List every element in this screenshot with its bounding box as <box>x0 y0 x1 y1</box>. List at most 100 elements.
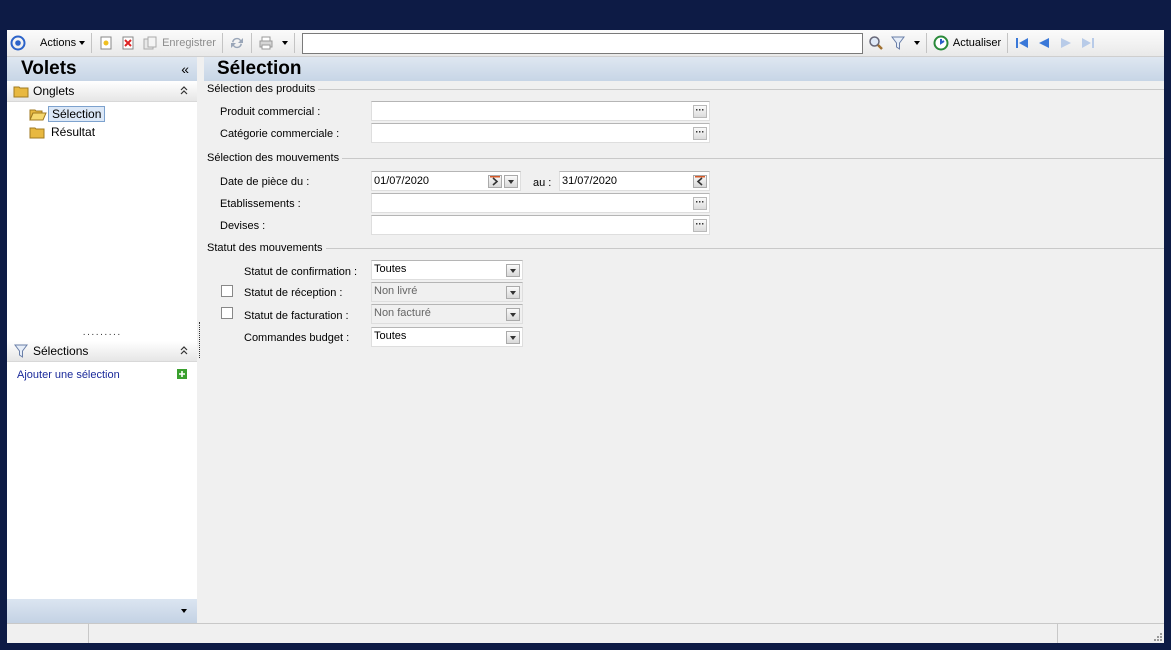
sync-icon <box>229 35 245 51</box>
add-selection-link[interactable]: Ajouter une sélection <box>17 369 120 382</box>
tree-item-selection[interactable]: Sélection <box>19 105 197 123</box>
open-folder-icon <box>29 108 47 121</box>
devises-label: Devises : <box>220 220 266 232</box>
group-status-title: Statut des mouvements <box>207 242 323 254</box>
selections-section-title: Sélections <box>33 344 89 358</box>
actions-menu[interactable]: Actions <box>7 32 88 54</box>
statut-facturation-checkbox[interactable] <box>221 307 233 319</box>
save-label: Enregistrer <box>162 37 216 49</box>
main-header: Sélection <box>204 57 1164 81</box>
status-cell <box>89 624 1058 643</box>
tabs-section-header[interactable]: Onglets <box>7 81 197 102</box>
collapse-pane-button[interactable]: « <box>181 61 189 77</box>
next-icon <box>1058 35 1074 51</box>
group-products: Sélection des produits <box>207 83 1164 95</box>
save-button[interactable]: Enregistrer <box>139 32 219 54</box>
actions-label: Actions <box>40 37 77 49</box>
first-record-button[interactable] <box>1011 32 1033 54</box>
folder-icon <box>13 83 29 99</box>
date-from-field[interactable]: 01/07/2020 <box>371 171 521 191</box>
etablissements-label: Etablissements : <box>220 198 301 210</box>
application-window: Actions Enregistrer Actualiser Volets « … <box>7 30 1164 643</box>
date-to-field[interactable]: 31/07/2020 <box>559 171 710 191</box>
etablissements-field[interactable]: ··· <box>371 193 710 213</box>
date-from-dropdown[interactable] <box>504 175 518 188</box>
devises-field[interactable]: ··· <box>371 215 710 235</box>
date-from-value: 01/07/2020 <box>374 175 430 187</box>
left-pane: Volets « Onglets Sélection Résultat ····… <box>7 57 197 623</box>
chevron-down-icon[interactable] <box>506 286 520 299</box>
search-button[interactable] <box>865 32 887 54</box>
date-piece-label: Date de pièce du : <box>220 176 310 188</box>
toolbar-separator <box>293 33 295 53</box>
statut-reception-select[interactable]: Non livré <box>371 282 523 302</box>
ellipsis-button[interactable]: ··· <box>693 127 707 140</box>
group-movements: Sélection des mouvements <box>207 152 1164 164</box>
tree-item-resultat[interactable]: Résultat <box>19 123 197 141</box>
last-record-button[interactable] <box>1077 32 1099 54</box>
save-icon <box>142 35 158 51</box>
toolbar-separator <box>91 33 93 53</box>
statut-facturation-label: Statut de facturation : <box>244 310 349 322</box>
toolbar-separator <box>925 33 927 53</box>
statut-confirmation-select[interactable]: Toutes <box>371 260 523 280</box>
date-to-calendar-button[interactable] <box>693 175 707 188</box>
statut-confirmation-label: Statut de confirmation : <box>244 266 358 278</box>
sync-button[interactable] <box>226 32 248 54</box>
status-bar <box>7 623 1164 643</box>
chevron-down-icon[interactable] <box>506 331 520 344</box>
toolbar-separator <box>250 33 252 53</box>
chevron-down-icon[interactable] <box>506 308 520 321</box>
commandes-budget-value: Toutes <box>374 330 407 342</box>
main-panel: Sélection Sélection des produits Produit… <box>204 57 1164 623</box>
refresh-icon <box>933 35 949 51</box>
tabs-section-title: Onglets <box>33 84 75 98</box>
statut-facturation-value: Non facturé <box>374 307 431 319</box>
left-pane-title: Volets <box>21 58 77 79</box>
statut-facturation-select[interactable]: Non facturé <box>371 304 523 324</box>
ellipsis-button[interactable]: ··· <box>693 219 707 232</box>
statut-reception-value: Non livré <box>374 285 418 297</box>
previous-record-button[interactable] <box>1033 32 1055 54</box>
resize-grip-icon[interactable] <box>1152 631 1162 641</box>
statut-reception-checkbox[interactable] <box>221 285 233 297</box>
tabs-tree: Sélection Résultat <box>7 102 197 333</box>
chevron-down-icon[interactable] <box>913 41 920 45</box>
add-icon[interactable] <box>177 369 187 382</box>
group-movements-title: Sélection des mouvements <box>207 152 340 164</box>
commandes-budget-select[interactable]: Toutes <box>371 327 523 347</box>
print-button[interactable] <box>255 32 291 54</box>
first-icon <box>1014 35 1030 51</box>
produit-commercial-field[interactable]: ··· <box>371 101 710 121</box>
statut-confirmation-value: Toutes <box>374 263 407 275</box>
app-menu-icon[interactable] <box>10 35 26 51</box>
refresh-button[interactable]: Actualiser <box>930 32 1004 54</box>
categorie-commerciale-field[interactable]: ··· <box>371 123 710 143</box>
ellipsis-button[interactable]: ··· <box>693 197 707 210</box>
toolbar-separator <box>1007 33 1009 53</box>
new-button[interactable] <box>95 32 117 54</box>
statut-reception-label: Statut de réception : <box>244 287 343 299</box>
search-input[interactable] <box>301 32 863 54</box>
ellipsis-button[interactable]: ··· <box>693 105 707 118</box>
search-icon <box>868 35 884 51</box>
commandes-budget-label: Commandes budget : <box>244 332 350 344</box>
categorie-commerciale-label: Catégorie commerciale : <box>220 128 340 140</box>
date-shift-button[interactable] <box>488 175 502 188</box>
chevron-down-icon[interactable] <box>506 264 520 277</box>
pane-bottom-bar <box>7 599 197 623</box>
collapse-section-icon[interactable] <box>179 344 189 358</box>
delete-button[interactable] <box>117 32 139 54</box>
next-record-button[interactable] <box>1055 32 1077 54</box>
group-products-title: Sélection des produits <box>207 83 316 95</box>
selections-section-header[interactable]: Sélections <box>7 341 197 362</box>
last-icon <box>1080 35 1096 51</box>
collapse-section-icon[interactable] <box>179 84 189 98</box>
chevron-down-icon[interactable] <box>281 41 288 45</box>
chevron-down-icon[interactable] <box>181 609 187 613</box>
splitter-grip[interactable]: ········· <box>7 330 197 341</box>
toolbar: Actions Enregistrer Actualiser <box>7 30 1164 57</box>
vertical-splitter[interactable] <box>199 322 201 358</box>
delete-icon <box>120 35 136 51</box>
filter-button[interactable] <box>887 32 923 54</box>
